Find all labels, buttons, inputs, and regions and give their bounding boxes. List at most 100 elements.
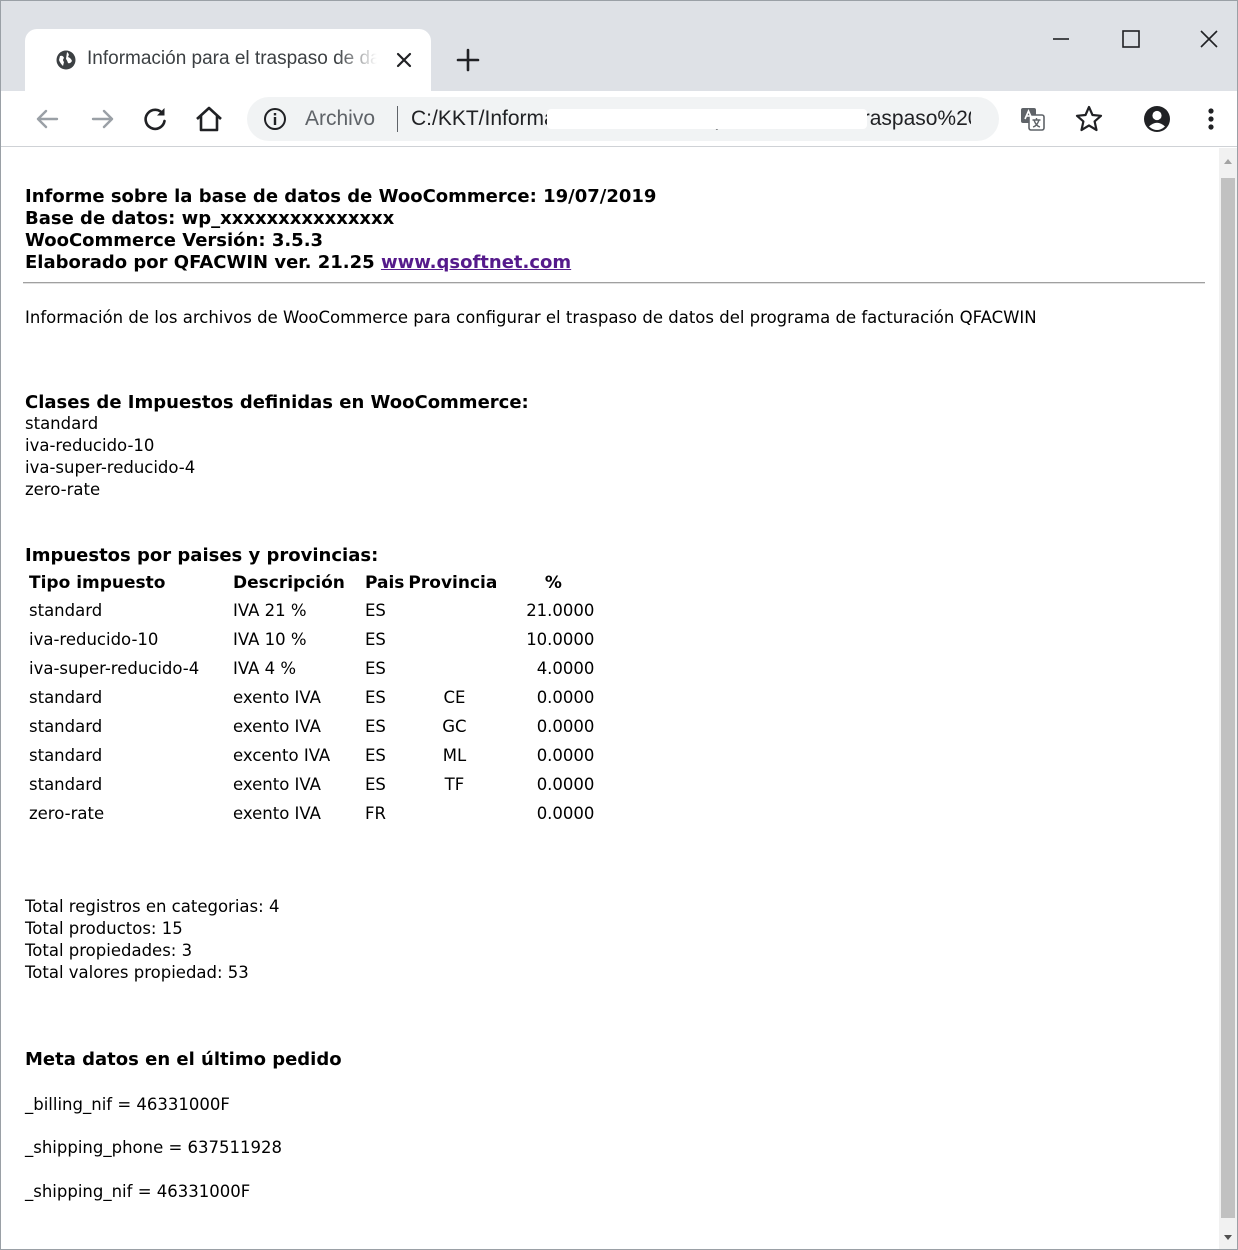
column-header-descripcion: Descripción (233, 573, 345, 593)
browser-tab-active[interactable]: Información para el traspaso de datos (25, 29, 431, 91)
plus-icon[interactable] (453, 45, 483, 75)
column-header-tipo: Tipo impuesto (29, 573, 166, 593)
cell-provincia (406, 625, 502, 654)
address-bar[interactable]: Archivo C:/KKT/Informaci%C3%B3n%20para%2… (247, 97, 999, 141)
close-icon[interactable] (391, 47, 417, 73)
cell-percent: 0.0000 (536, 688, 595, 707)
scroll-down-icon[interactable] (1219, 1225, 1237, 1250)
cell-descripcion: exento IVA (233, 775, 321, 794)
report-made-by: Elaborado por QFACWIN ver. 21.25 www.qso… (25, 252, 1185, 274)
cell-pais: ES (365, 746, 386, 765)
total-propiedades: Total propiedades: 3 (25, 941, 193, 960)
cell-tipo: standard (29, 746, 103, 765)
meta-item: _billing_nif = 46331000F (25, 1095, 230, 1114)
meta-item: _shipping_phone = 637511928 (25, 1138, 283, 1157)
tax-classes-heading: Clases de Impuestos definidas en WooComm… (25, 392, 529, 413)
minimize-icon[interactable] (1041, 19, 1081, 59)
report-intro: Información de los archivos de WooCommer… (25, 308, 1037, 327)
cell-descripcion: excento IVA (233, 746, 331, 765)
cell-provincia: TF (444, 775, 465, 794)
info-icon[interactable] (263, 107, 287, 131)
address-redaction (547, 109, 867, 129)
tax-class-item: iva-super-reducido-4 (25, 458, 196, 477)
cell-provincia: GC (442, 717, 467, 736)
cell-tipo: iva-super-reducido-4 (29, 659, 200, 678)
cell-descripcion: exento IVA (233, 717, 321, 736)
cell-provincia (406, 799, 502, 828)
cell-descripcion: exento IVA (233, 688, 321, 707)
cell-percent: 21.0000 (526, 601, 595, 620)
window-close-icon[interactable] (1189, 19, 1229, 59)
table-row: standard IVA 21 % ES 21.0000 (27, 596, 596, 625)
translate-icon[interactable] (1019, 105, 1047, 133)
total-categorias: Total registros en categorias: 4 (25, 897, 280, 916)
star-icon[interactable] (1073, 103, 1105, 135)
cell-percent: 0.0000 (536, 746, 595, 765)
column-header-provincia: Provincia (408, 573, 498, 593)
tax-table: Tipo impuesto Descripción Pais Provincia… (27, 570, 596, 828)
made-by-text: Elaborado por QFACWIN ver. 21.25 (25, 252, 375, 273)
maximize-icon[interactable] (1111, 19, 1151, 59)
address-scheme-label: Archivo (305, 107, 376, 130)
cell-percent: 0.0000 (536, 804, 595, 823)
table-row: standard exento IVA ES TF 0.0000 (27, 770, 596, 799)
report-title: Informe sobre la base de datos de WooCom… (25, 186, 657, 207)
report-database: Base de datos: wp_xxxxxxxxxxxxxxx (25, 208, 395, 229)
cell-descripcion: IVA 10 % (233, 630, 307, 649)
cell-percent: 0.0000 (536, 717, 595, 736)
account-icon[interactable] (1141, 103, 1173, 135)
meta-heading: Meta datos en el último pedido (25, 1049, 342, 1070)
page-content: Informe sobre la base de datos de WooCom… (1, 148, 1221, 1249)
report-version: WooCommerce Versión: 3.5.3 (25, 230, 324, 251)
cell-provincia: ML (442, 746, 467, 765)
cell-provincia (406, 654, 502, 683)
total-productos: Total productos: 15 (25, 919, 183, 938)
cell-tipo: standard (29, 717, 103, 736)
table-row: standard excento IVA ES ML 0.0000 (27, 741, 596, 770)
table-row: standard exento IVA ES CE 0.0000 (27, 683, 596, 712)
arrow-right-icon[interactable] (87, 103, 119, 135)
column-header-pais: Pais (365, 573, 405, 593)
horizontal-rule (23, 282, 1205, 284)
cell-tipo: zero-rate (29, 804, 105, 823)
cell-provincia (406, 596, 502, 625)
table-row: standard exento IVA ES GC 0.0000 (27, 712, 596, 741)
cell-tipo: standard (29, 775, 103, 794)
tax-class-item: standard (25, 414, 99, 433)
tab-title: Información para el traspaso de datos (87, 46, 377, 72)
tax-class-item: iva-reducido-10 (25, 436, 155, 455)
cell-descripcion: exento IVA (233, 804, 321, 823)
browser-window: Información para el traspaso de datos Ar… (0, 0, 1238, 1250)
globe-icon (56, 50, 76, 70)
cell-tipo: standard (29, 601, 103, 620)
cell-pais: ES (365, 717, 386, 736)
page-scrollbar[interactable] (1219, 148, 1237, 1250)
cell-descripcion: IVA 21 % (233, 601, 307, 620)
cell-tipo: iva-reducido-10 (29, 630, 159, 649)
cell-pais: ES (365, 601, 386, 620)
home-icon[interactable] (193, 103, 225, 135)
cell-percent: 4.0000 (536, 659, 595, 678)
cell-pais: FR (365, 804, 386, 823)
meta-item: _shipping_nif = 46331000F (25, 1182, 251, 1201)
kebab-menu-icon[interactable] (1199, 103, 1223, 135)
cell-percent: 0.0000 (536, 775, 595, 794)
cell-tipo: standard (29, 688, 103, 707)
table-row: iva-reducido-10 IVA 10 % ES 10.0000 (27, 625, 596, 654)
scroll-up-icon[interactable] (1219, 148, 1237, 174)
cell-pais: ES (365, 688, 386, 707)
qsoftnet-link[interactable]: www.qsoftnet.com (381, 252, 571, 273)
table-row: iva-super-reducido-4 IVA 4 % ES 4.0000 (27, 654, 596, 683)
tax-table-heading: Impuestos por paises y provincias: (25, 545, 379, 566)
browser-toolbar: Archivo C:/KKT/Informaci%C3%B3n%20para%2… (1, 91, 1237, 147)
scrollbar-thumb[interactable] (1221, 178, 1235, 1218)
cell-pais: ES (365, 630, 386, 649)
tax-table-header-row: Tipo impuesto Descripción Pais Provincia… (27, 570, 596, 596)
arrow-left-icon[interactable] (31, 103, 63, 135)
table-row: zero-rate exento IVA FR 0.0000 (27, 799, 596, 828)
reload-icon[interactable] (139, 103, 171, 135)
cell-provincia: CE (443, 688, 466, 707)
cell-pais: ES (365, 659, 386, 678)
tax-class-item: zero-rate (25, 480, 101, 499)
tab-strip: Información para el traspaso de datos (1, 1, 1237, 91)
